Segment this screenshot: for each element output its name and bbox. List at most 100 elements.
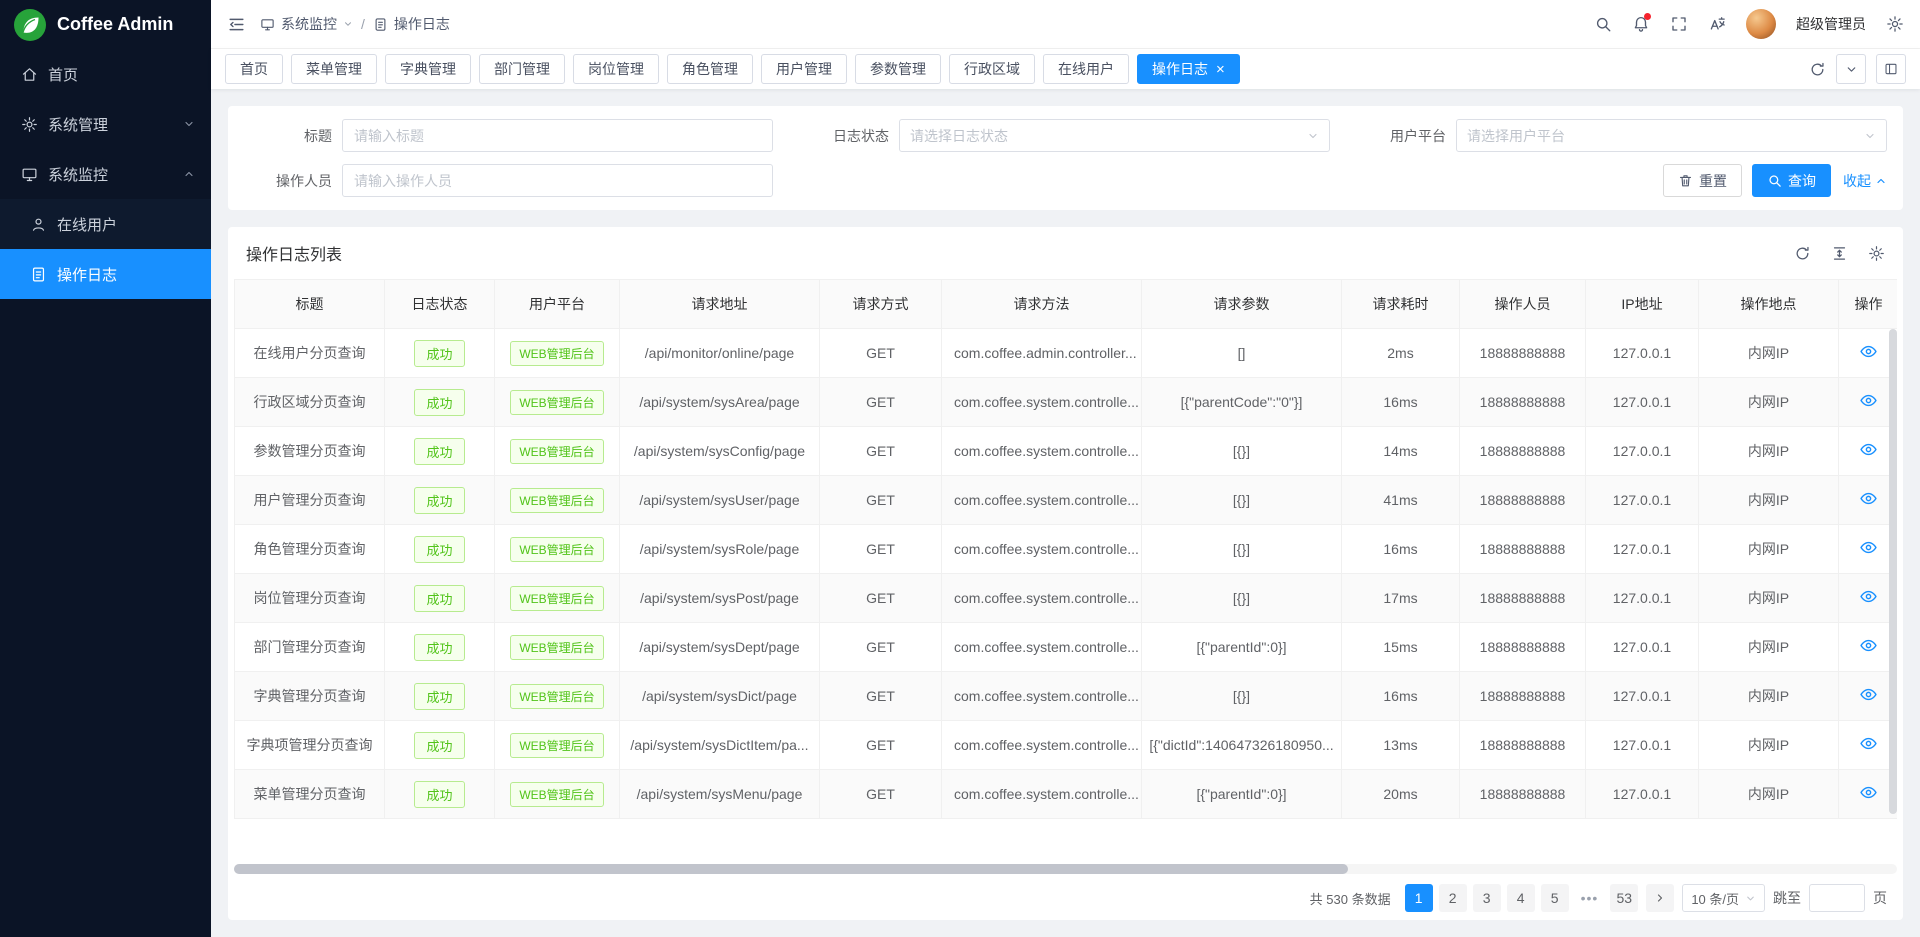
language-button[interactable] [1708, 15, 1726, 33]
tab-item[interactable]: 菜单管理 [291, 54, 377, 84]
page-button[interactable]: 5 [1541, 884, 1569, 912]
cell-http-method: GET [820, 476, 942, 525]
cell-platform: WEB管理后台 [495, 476, 620, 525]
table-row: 字典管理分页查询成功WEB管理后台/api/system/sysDict/pag… [235, 672, 1898, 721]
tab-item[interactable]: 岗位管理 [573, 54, 659, 84]
settings-button[interactable] [1886, 15, 1904, 33]
table-row: 行政区域分页查询成功WEB管理后台/api/system/sysArea/pag… [235, 378, 1898, 427]
cell-platform: WEB管理后台 [495, 378, 620, 427]
column-header: 请求方法 [942, 280, 1142, 329]
platform-select[interactable]: 请选择用户平台 [1456, 119, 1887, 152]
page-button[interactable]: 53 [1610, 884, 1638, 912]
table-row: 用户管理分页查询成功WEB管理后台/api/system/sysUser/pag… [235, 476, 1898, 525]
cell-duration: 16ms [1342, 672, 1460, 721]
next-page-button[interactable] [1646, 884, 1674, 912]
view-detail-button[interactable] [1860, 539, 1877, 556]
tab-item[interactable]: 参数管理 [855, 54, 941, 84]
view-detail-button[interactable] [1860, 735, 1877, 752]
search-button[interactable] [1594, 15, 1612, 33]
table-column-settings-button[interactable] [1868, 245, 1885, 262]
status-tag: 成功 [414, 487, 464, 514]
tab-item[interactable]: 行政区域 [949, 54, 1035, 84]
jump-page-input[interactable] [1809, 884, 1865, 912]
table-density-button[interactable] [1831, 245, 1848, 262]
table-header-row: 标题日志状态用户平台请求地址请求方式请求方法请求参数请求耗时操作人员IP地址操作… [235, 280, 1898, 329]
sidebar-item-system-management[interactable]: 系统管理 [0, 99, 211, 149]
cell-operator: 18888888888 [1460, 672, 1586, 721]
title-input[interactable] [342, 119, 773, 152]
fullscreen-button[interactable] [1670, 15, 1688, 33]
monitor-icon [21, 166, 38, 183]
cell-http-method: GET [820, 672, 942, 721]
tab-item[interactable]: 字典管理 [385, 54, 471, 84]
view-detail-button[interactable] [1860, 686, 1877, 703]
main-area: 系统监控 / 操作日志 [211, 0, 1920, 937]
user-avatar[interactable] [1746, 9, 1776, 39]
horizontal-scrollbar-thumb[interactable] [234, 864, 1348, 874]
collapse-filter-link[interactable]: 收起 [1843, 171, 1887, 191]
table-refresh-button[interactable] [1794, 245, 1811, 262]
user-name[interactable]: 超级管理员 [1796, 14, 1866, 34]
view-detail-button[interactable] [1860, 490, 1877, 507]
tab-item[interactable]: 首页 [225, 54, 283, 84]
tab-options-button[interactable] [1836, 54, 1866, 84]
tab-close-icon[interactable]: × [1216, 62, 1225, 77]
vertical-scrollbar[interactable] [1889, 329, 1897, 856]
tab-item[interactable]: 角色管理 [667, 54, 753, 84]
platform-tag: WEB管理后台 [510, 782, 603, 807]
page-button[interactable]: 2 [1439, 884, 1467, 912]
table-row: 菜单管理分页查询成功WEB管理后台/api/system/sysMenu/pag… [235, 770, 1898, 819]
search-submit-button[interactable]: 查询 [1752, 164, 1831, 197]
status-select[interactable]: 请选择日志状态 [899, 119, 1330, 152]
cell-params: [{"parentId":0}] [1142, 623, 1342, 672]
view-detail-button[interactable] [1860, 588, 1877, 605]
view-detail-button[interactable] [1860, 392, 1877, 409]
layout-setting-button[interactable] [1876, 54, 1906, 84]
vertical-scrollbar-thumb[interactable] [1889, 329, 1897, 814]
column-header: 操作地点 [1699, 280, 1839, 329]
view-detail-button[interactable] [1860, 784, 1877, 801]
search-label: 查询 [1788, 171, 1816, 191]
view-detail-button[interactable] [1860, 637, 1877, 654]
cell-java-method: com.coffee.system.controlle... [942, 476, 1142, 525]
cell-title: 字典管理分页查询 [235, 672, 385, 721]
log-file-icon [30, 266, 47, 283]
page-button[interactable]: 1 [1405, 884, 1433, 912]
operator-input[interactable] [342, 164, 773, 197]
tab-label: 操作日志 [1152, 59, 1208, 79]
view-detail-button[interactable] [1860, 343, 1877, 360]
horizontal-scrollbar[interactable] [234, 864, 1897, 874]
operation-log-table: 标题日志状态用户平台请求地址请求方式请求方法请求参数请求耗时操作人员IP地址操作… [234, 279, 1897, 819]
sidebar-submenu-monitor: 在线用户 操作日志 [0, 199, 211, 299]
cell-operator: 18888888888 [1460, 378, 1586, 427]
operator-label: 操作人员 [244, 171, 332, 191]
page-size-select[interactable]: 10 条/页 [1682, 884, 1765, 912]
cell-duration: 15ms [1342, 623, 1460, 672]
tab-item[interactable]: 在线用户 [1043, 54, 1129, 84]
tab-item[interactable]: 用户管理 [761, 54, 847, 84]
view-detail-button[interactable] [1860, 441, 1877, 458]
cell-params: [{"parentId":0}] [1142, 770, 1342, 819]
sidebar-item-system-monitor[interactable]: 系统监控 [0, 149, 211, 199]
refresh-tab-button[interactable] [1809, 61, 1826, 78]
cell-params: [{}] [1142, 672, 1342, 721]
sidebar-collapse-button[interactable] [227, 15, 246, 34]
cell-java-method: com.coffee.system.controlle... [942, 427, 1142, 476]
cell-ip: 127.0.0.1 [1586, 770, 1699, 819]
breadcrumb-parent[interactable]: 系统监控 [281, 14, 337, 34]
page-button[interactable]: 3 [1473, 884, 1501, 912]
notifications-button[interactable] [1632, 15, 1650, 33]
reset-button[interactable]: 重置 [1663, 164, 1742, 197]
tab-item[interactable]: 部门管理 [479, 54, 565, 84]
translate-icon [1708, 15, 1726, 33]
chevron-right-icon [1654, 892, 1666, 904]
page-button[interactable]: 4 [1507, 884, 1535, 912]
sidebar-item-online-users[interactable]: 在线用户 [0, 199, 211, 249]
chevron-down-icon [1864, 130, 1876, 142]
sidebar-item-operation-log[interactable]: 操作日志 [0, 249, 211, 299]
sidebar-item-home[interactable]: 首页 [0, 49, 211, 99]
tab-item-active[interactable]: 操作日志 × [1137, 54, 1240, 84]
platform-label: 用户平台 [1358, 126, 1446, 146]
cell-title: 在线用户分页查询 [235, 329, 385, 378]
cell-status: 成功 [385, 329, 495, 378]
